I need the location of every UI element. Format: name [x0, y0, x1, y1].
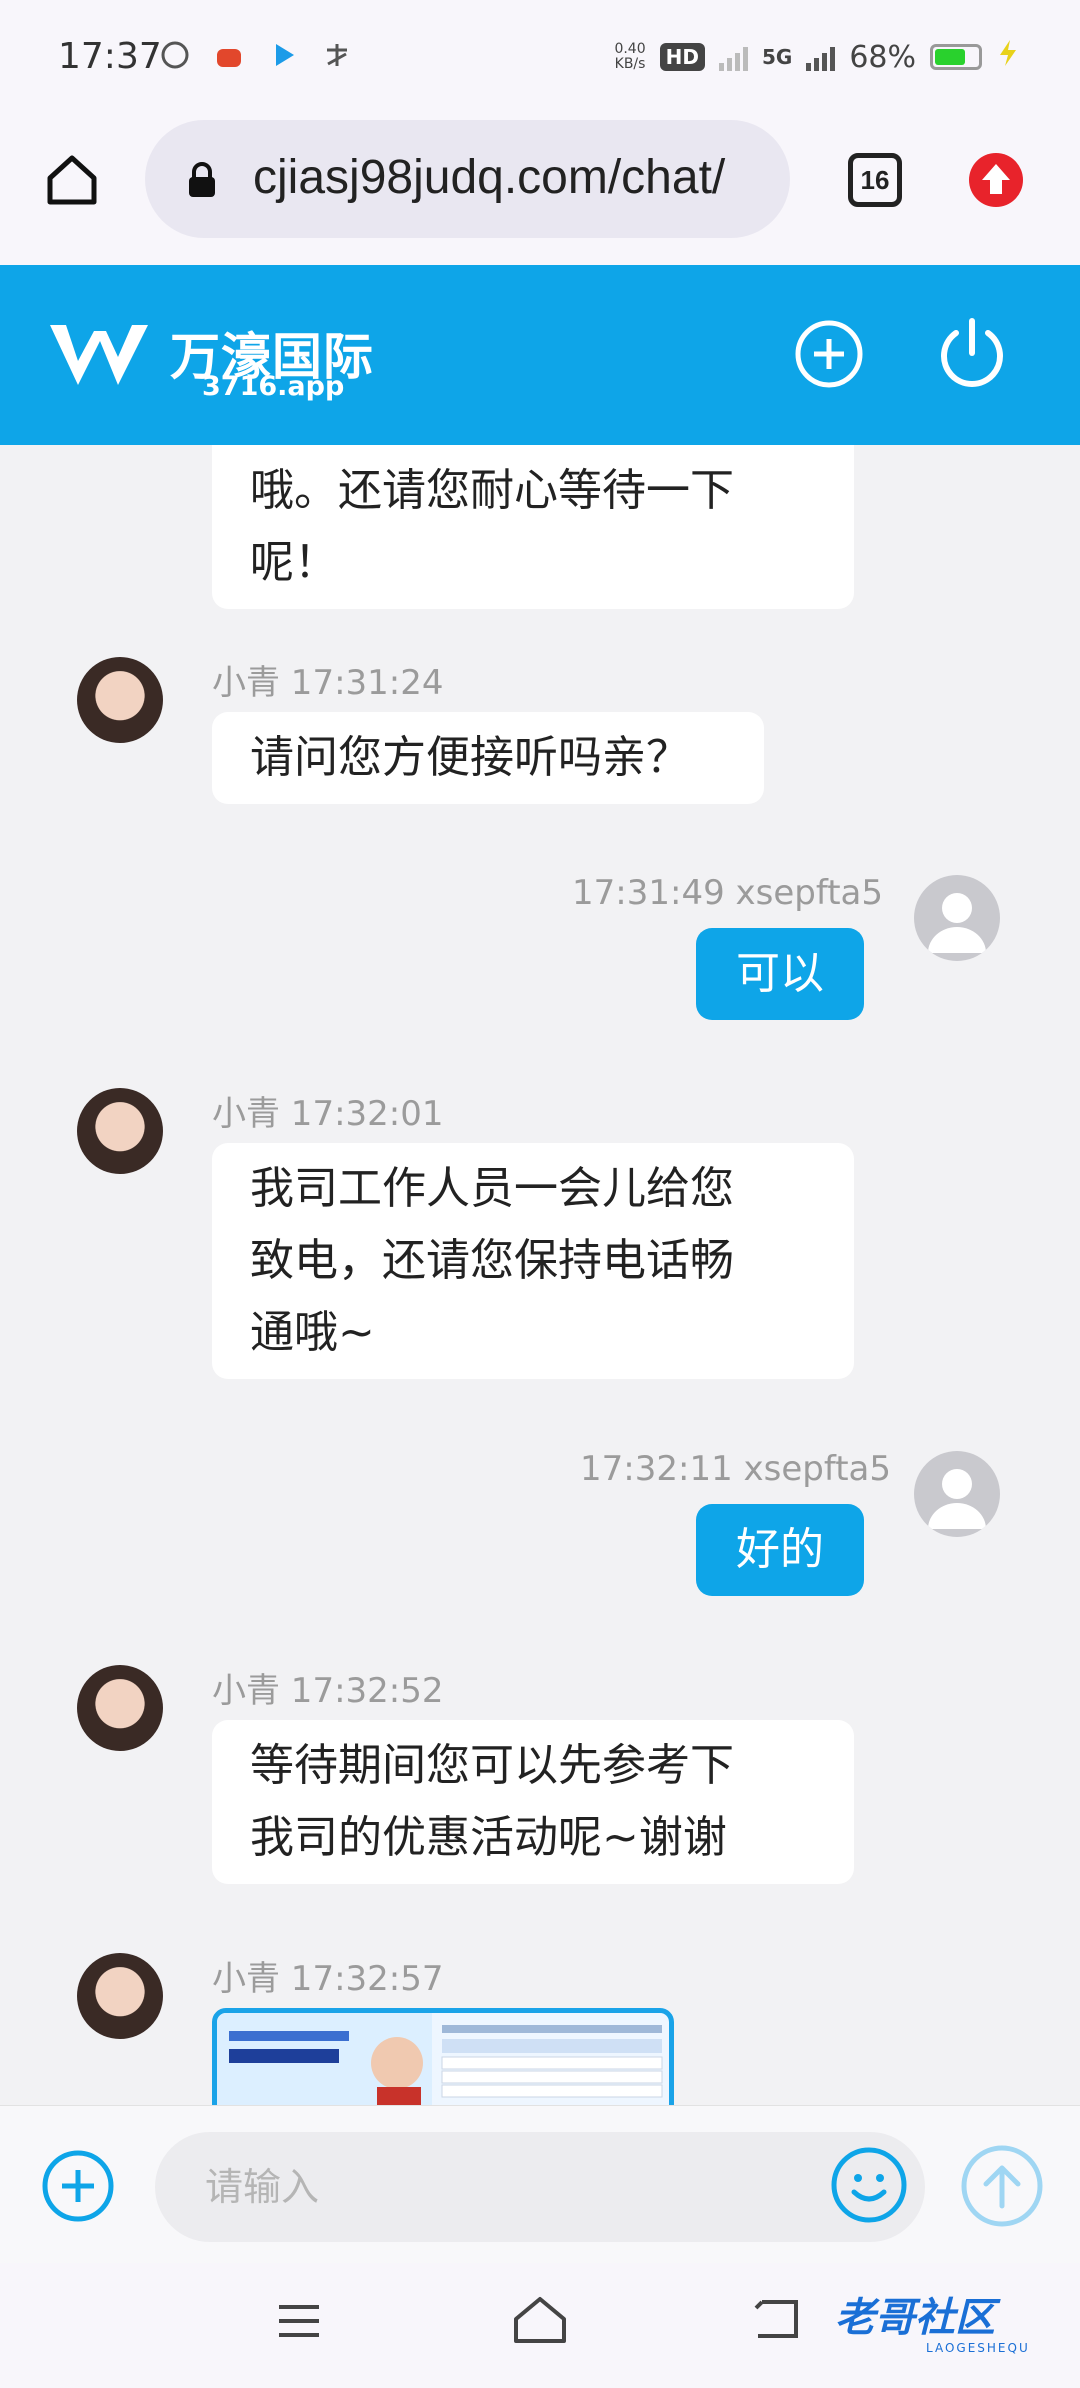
message-meta: 17:32:11 xsepfta5 [580, 1449, 892, 1489]
send-icon[interactable] [960, 2144, 1044, 2228]
message-input[interactable] [205, 2160, 805, 2214]
url-text[interactable]: cjiasj98judq.com/chat/ [253, 150, 763, 205]
status-time: 17:37 [58, 36, 162, 77]
message-bubble-agent: 哦。还请您耐心等待一下 呢！ [212, 445, 854, 609]
message-meta: 小青 17:32:52 [212, 1671, 444, 1711]
status-right-group: 0.40 KB/s HD 5G 68% [614, 38, 1020, 76]
message-bubble-user: 可以 [696, 928, 864, 1020]
system-back-icon[interactable] [752, 2296, 802, 2342]
watermark-sub: LAOGESHEQU [926, 2341, 1030, 2355]
message-bubble-user: 好的 [696, 1504, 864, 1596]
brand-logo-icon [48, 317, 168, 392]
signal-weak-icon [718, 43, 748, 71]
signal-strong-icon [806, 43, 836, 71]
message-bubble-agent: 等待期间您可以先参考下 我司的优惠活动呢~谢谢 [212, 1720, 854, 1884]
system-nav-bar: 老哥社区 LAOGESHEQU [0, 2263, 1080, 2388]
network-type: 5G [761, 45, 793, 69]
message-bubble-agent: 我司工作人员一会儿给您 致电，还请您保持电话畅 通哦~ [212, 1143, 854, 1379]
network-speed: 0.40 KB/s [614, 41, 646, 72]
agent-avatar[interactable] [77, 1953, 163, 2039]
app-notification-icon [214, 40, 244, 70]
hd-voice-icon: HD [659, 43, 705, 71]
message-meta: 小青 17:32:01 [212, 1094, 444, 1134]
recent-apps-icon[interactable] [275, 2301, 323, 2341]
message-input-field[interactable] [155, 2132, 925, 2242]
lock-icon [185, 162, 219, 198]
address-bar[interactable]: cjiasj98judq.com/chat/ [145, 120, 790, 238]
brand-domain: 3716.app [202, 371, 345, 402]
add-circle-icon[interactable] [794, 319, 864, 389]
message-bubble-agent: 请问您方便接听吗亲？ [212, 712, 764, 804]
battery-percent: 68% [849, 39, 916, 75]
notification-icons [160, 40, 352, 70]
promo-image-message[interactable] [212, 2008, 674, 2105]
tab-switcher-button[interactable]: 16 [848, 153, 902, 207]
chat-input-bar [0, 2105, 1080, 2263]
power-icon[interactable] [934, 315, 1010, 391]
update-icon[interactable] [966, 150, 1026, 210]
browser-home-icon[interactable] [42, 150, 102, 210]
app-notification-icon [322, 40, 352, 70]
user-avatar[interactable] [914, 1451, 1000, 1537]
agent-avatar[interactable] [77, 1665, 163, 1751]
charging-icon [996, 38, 1020, 76]
message-meta: 小青 17:32:57 [212, 1959, 444, 1999]
browser-toolbar: cjiasj98judq.com/chat/ 16 [0, 120, 1080, 265]
app-header: 万濠国际 3716.app [0, 265, 1080, 445]
watermark-logo: 老哥社区 [835, 2295, 995, 2341]
agent-avatar[interactable] [77, 1088, 163, 1174]
chat-message-list[interactable]: 哦。还请您耐心等待一下 呢！ 小青 17:31:24 请问您方便接听吗亲？ 17… [0, 445, 1080, 2105]
user-avatar[interactable] [914, 875, 1000, 961]
status-bar: 17:37 0.40 KB/s HD 5G 68% [0, 0, 1080, 120]
message-meta: 17:31:49 xsepfta5 [572, 873, 884, 913]
system-home-icon[interactable] [510, 2293, 570, 2347]
emoji-icon[interactable] [830, 2146, 908, 2224]
app-notification-icon [160, 40, 190, 70]
message-meta: 小青 17:31:24 [212, 663, 444, 703]
battery-icon [930, 44, 982, 70]
agent-avatar[interactable] [77, 657, 163, 743]
app-notification-icon [268, 40, 298, 70]
attach-add-icon[interactable] [40, 2148, 116, 2224]
